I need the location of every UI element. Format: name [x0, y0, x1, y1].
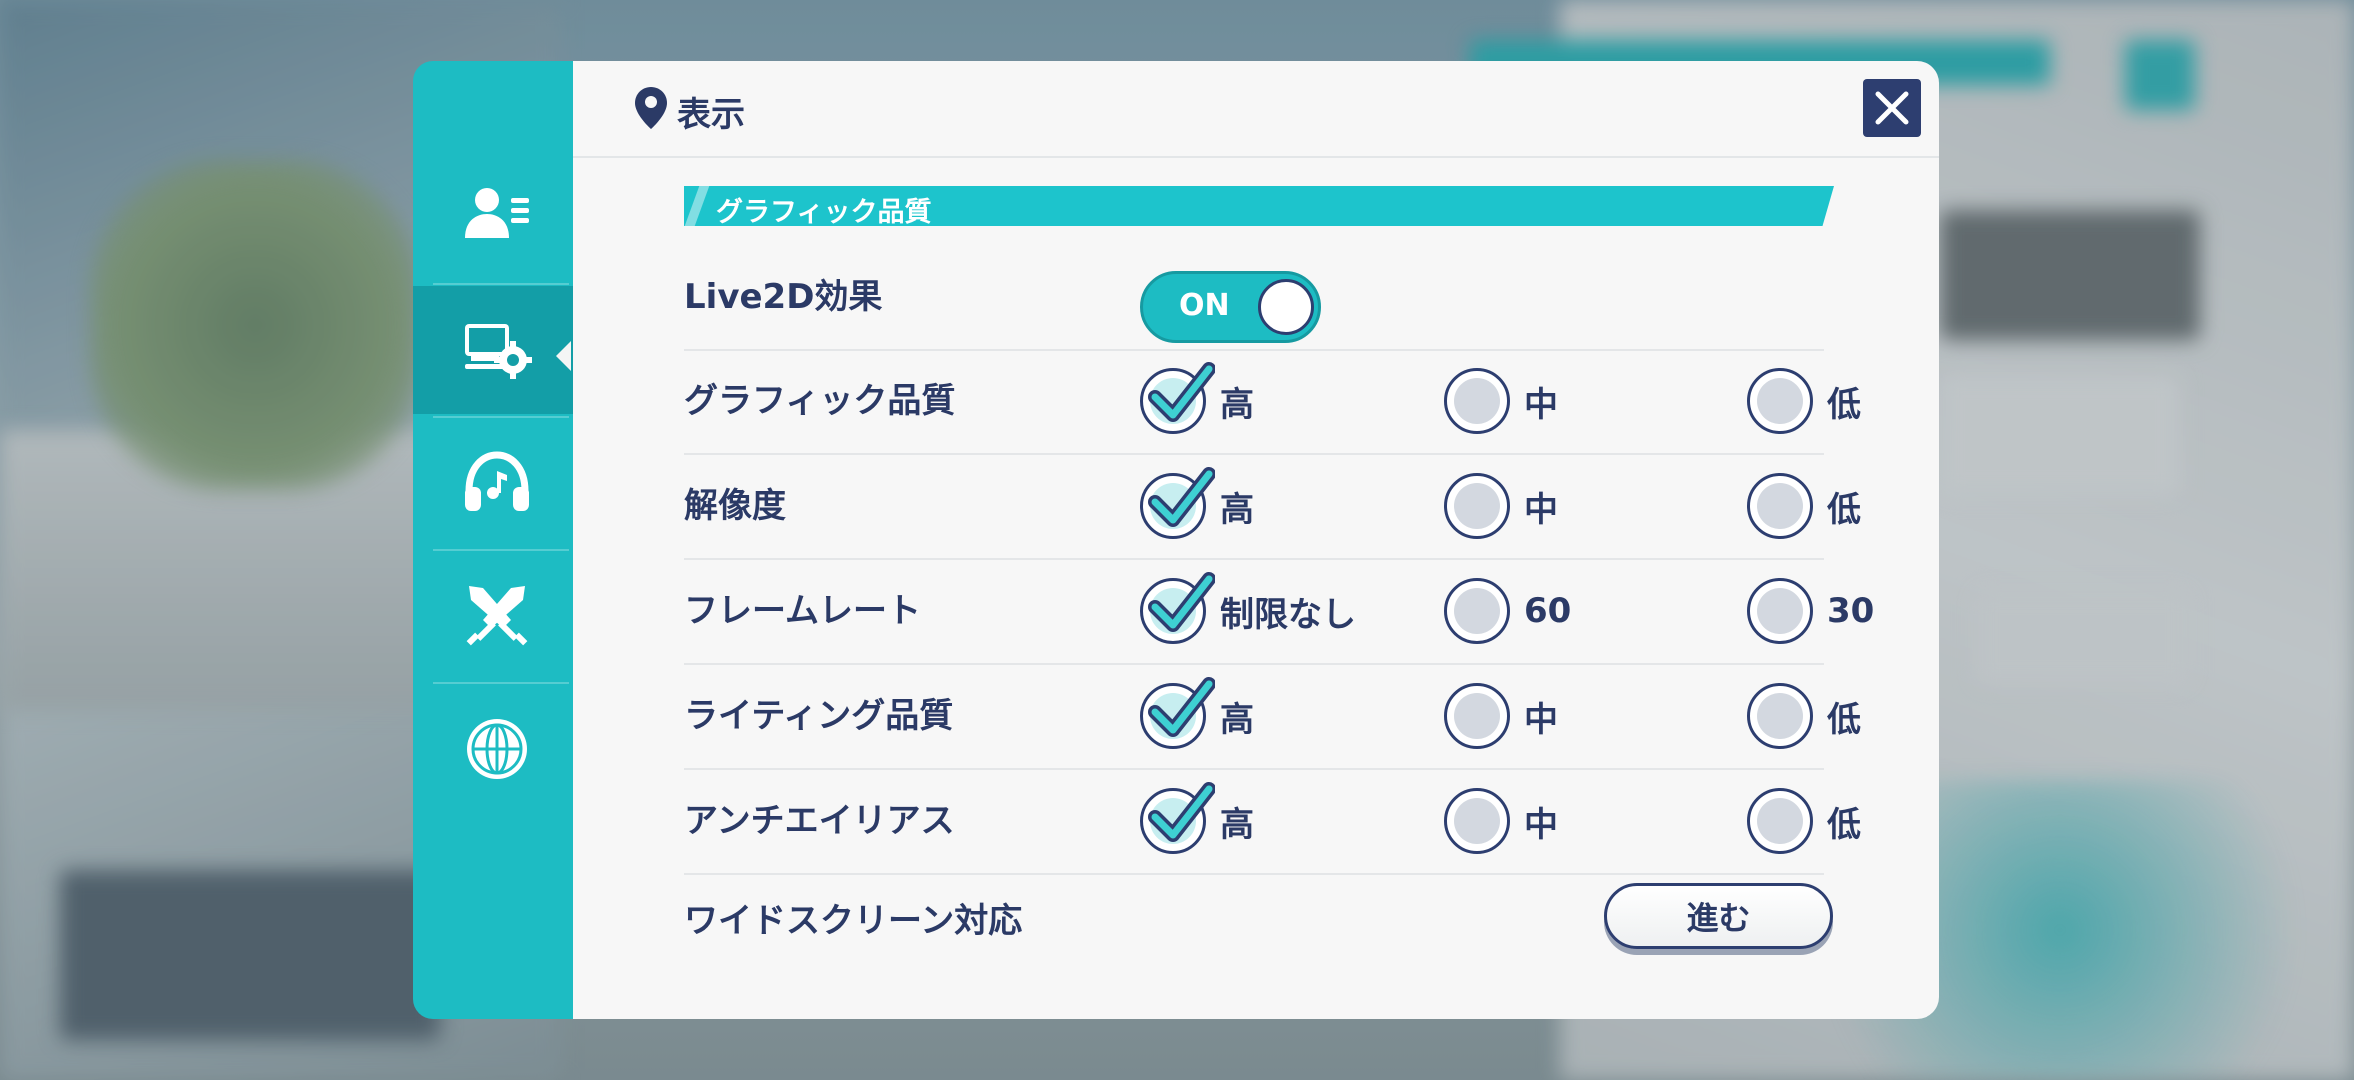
radio-option[interactable]: 30 — [1747, 559, 1874, 663]
option-label: 60 — [1524, 591, 1572, 631]
option-label: 高 — [1220, 699, 1254, 740]
setting-label: 解像度 — [684, 486, 786, 526]
setting-row: 解像度 高 中 低 — [684, 454, 1861, 560]
radio-option[interactable]: 60 — [1444, 559, 1571, 663]
radio-button[interactable] — [1444, 368, 1510, 434]
setting-label: フレームレート — [684, 591, 921, 631]
sidebar-item-language[interactable] — [413, 685, 581, 813]
radio-button-selected[interactable] — [1140, 782, 1215, 854]
option-label: 中 — [1524, 384, 1558, 425]
radio-option[interactable]: 低 — [1747, 769, 1861, 873]
checkmark-icon — [1148, 782, 1215, 842]
radio-button[interactable] — [1444, 788, 1510, 854]
radio-option[interactable]: 高 — [1140, 664, 1254, 768]
checkmark-icon — [1148, 572, 1215, 632]
proceed-button-label: 進む — [1686, 899, 1751, 937]
radio-button[interactable] — [1747, 578, 1813, 644]
setting-row: アンチエイリアス 高 中 低 — [684, 769, 1861, 875]
radio-button[interactable] — [1747, 473, 1813, 539]
radio-button-selected[interactable] — [1140, 677, 1215, 749]
setting-row: フレームレート 制限なし 60 30 — [684, 559, 1874, 665]
setting-label: グラフィック品質 — [684, 381, 956, 421]
display-settings-icon — [465, 324, 532, 379]
option-label: 中 — [1524, 804, 1558, 845]
setting-label: Live2D効果 — [684, 277, 883, 317]
live2d-toggle[interactable]: ON — [1140, 271, 1321, 343]
sidebar-item-sound[interactable] — [413, 419, 581, 547]
option-label: 30 — [1827, 591, 1875, 631]
toggle-knob — [1258, 279, 1314, 335]
proceed-button[interactable]: 進む — [1604, 883, 1833, 949]
active-tab-pointer — [556, 341, 571, 371]
radio-button[interactable] — [1444, 473, 1510, 539]
setting-label: ワイドスクリーン対応 — [684, 901, 1023, 941]
settings-sidebar — [413, 61, 581, 1019]
checkmark-icon — [1148, 362, 1215, 422]
setting-label: アンチエイリアス — [684, 801, 955, 841]
radio-option[interactable]: 中 — [1444, 454, 1558, 558]
setting-row: ライティング品質 高 中 低 — [684, 664, 1861, 770]
setting-label: ライティング品質 — [684, 696, 954, 736]
checkmark-icon — [1148, 467, 1215, 527]
radio-button-selected[interactable] — [1140, 467, 1215, 539]
section-header: グラフィック品質 — [684, 186, 1834, 226]
option-label: 中 — [1524, 489, 1558, 530]
radio-option[interactable]: 高 — [1140, 349, 1254, 453]
setting-row: グラフィック品質 高 中 低 — [684, 349, 1861, 455]
radio-option[interactable]: 中 — [1444, 349, 1558, 453]
option-label: 低 — [1827, 804, 1861, 845]
page-title: 表示 — [677, 95, 745, 135]
toggle-state-text: ON — [1179, 288, 1230, 323]
radio-button[interactable] — [1747, 788, 1813, 854]
sidebar-item-battle[interactable] — [413, 552, 581, 680]
option-label: 低 — [1827, 699, 1861, 740]
option-label: 中 — [1524, 699, 1558, 740]
radio-option[interactable]: 低 — [1747, 349, 1861, 453]
sidebar-item-profile[interactable] — [413, 150, 581, 278]
option-label: 制限なし — [1220, 594, 1356, 635]
radio-option[interactable]: 低 — [1747, 664, 1861, 768]
radio-option[interactable]: 中 — [1444, 664, 1558, 768]
radio-option[interactable]: 制限なし — [1140, 559, 1356, 663]
radio-option[interactable]: 高 — [1140, 454, 1254, 558]
radio-button[interactable] — [1747, 683, 1813, 749]
radio-option[interactable]: 低 — [1747, 454, 1861, 558]
option-label: 高 — [1220, 804, 1254, 845]
radio-button[interactable] — [1747, 368, 1813, 434]
radio-button[interactable] — [1444, 683, 1510, 749]
radio-button-selected[interactable] — [1140, 572, 1215, 644]
option-label: 低 — [1827, 384, 1861, 425]
checkmark-icon — [1148, 677, 1215, 737]
settings-panel: 表示 グラフィック品質 Live2D効果 ON グラフィック品質高中低解像度高中… — [573, 61, 1939, 1019]
globe-icon — [467, 719, 527, 779]
headphones-music-icon — [465, 451, 529, 511]
radio-option[interactable]: 中 — [1444, 769, 1558, 873]
crossed-swords-icon — [466, 586, 528, 646]
option-label: 高 — [1220, 489, 1254, 530]
close-button[interactable] — [1863, 79, 1921, 137]
close-icon — [1875, 91, 1909, 125]
radio-option[interactable]: 高 — [1140, 769, 1254, 873]
panel-header: 表示 — [573, 61, 1939, 158]
radio-button[interactable] — [1444, 578, 1510, 644]
radio-button-selected[interactable] — [1140, 362, 1215, 434]
setting-row-live2d: Live2D効果 ON — [684, 245, 1824, 351]
option-label: 低 — [1827, 489, 1861, 530]
location-pin-icon — [635, 87, 667, 129]
section-title: グラフィック品質 — [716, 197, 932, 228]
user-profile-icon — [465, 188, 529, 238]
option-label: 高 — [1220, 384, 1254, 425]
